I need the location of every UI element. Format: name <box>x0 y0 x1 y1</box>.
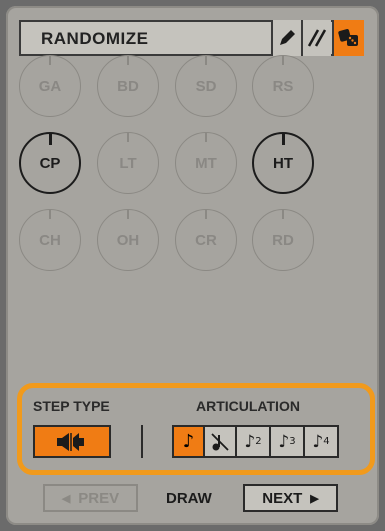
knob-indicator <box>48 133 52 145</box>
articulation-sub-2: 2 <box>255 436 262 447</box>
articulation-label: ARTICULATION <box>196 398 300 414</box>
prev-button[interactable]: ◀ PREV <box>43 484 138 512</box>
muted-note-icon <box>211 432 229 451</box>
knob-indicator <box>205 132 207 142</box>
step-type-toggle[interactable] <box>33 425 111 458</box>
knob-label: GA <box>38 77 62 95</box>
divider <box>141 425 143 458</box>
articulation-3-button[interactable]: ♪ 3 <box>269 425 305 458</box>
knob-label: RD <box>272 231 294 249</box>
knob-label: HT <box>273 154 293 172</box>
right-arrow-icon: ▶ <box>310 492 319 505</box>
knob-label: CR <box>195 231 217 249</box>
note-icon: ♪ <box>312 431 324 452</box>
dice-button[interactable] <box>332 20 364 56</box>
articulation-sub-3: 3 <box>289 436 296 447</box>
knob-ch[interactable]: CH <box>19 209 81 271</box>
panel-header: RANDOMIZE <box>19 20 364 56</box>
prev-label: PREV <box>78 489 120 507</box>
note-icon: ♪ <box>244 431 256 452</box>
articulation-4-button[interactable]: ♪ 4 <box>303 425 339 458</box>
knob-indicator <box>49 209 51 219</box>
knob-sd[interactable]: SD <box>175 55 237 117</box>
knob-oh[interactable]: OH <box>97 209 159 271</box>
knob-indicator <box>205 55 207 65</box>
knob-label: CP <box>39 154 61 172</box>
knob-indicator <box>205 209 207 219</box>
slash-button[interactable] <box>301 20 331 56</box>
knob-mt[interactable]: MT <box>175 132 237 194</box>
knob-rd[interactable]: RD <box>252 209 314 271</box>
knob-cr[interactable]: CR <box>175 209 237 271</box>
knob-ht[interactable]: HT <box>252 132 314 194</box>
left-arrow-icon: ◀ <box>61 492 71 505</box>
knob-label: SD <box>195 77 217 95</box>
knob-cp[interactable]: CP <box>19 132 81 194</box>
knob-label: BD <box>117 77 139 95</box>
knob-label: MT <box>195 154 217 172</box>
articulation-2-button[interactable]: ♪ 2 <box>235 425 271 458</box>
pencil-button[interactable] <box>271 20 301 56</box>
knob-indicator <box>282 55 284 65</box>
knob-indicator <box>127 209 129 219</box>
panel-title: RANDOMIZE <box>41 29 149 48</box>
knob-label: CH <box>39 231 61 249</box>
next-label: NEXT <box>262 489 303 507</box>
knob-indicator <box>49 55 51 65</box>
knob-indicator <box>281 133 285 145</box>
note-icon: ♪ <box>278 431 290 452</box>
knob-indicator <box>282 209 284 219</box>
slash-icon <box>307 29 327 47</box>
articulation-normal-button[interactable]: ♪ <box>172 425 205 458</box>
knob-label: OH <box>116 231 140 249</box>
speaker-icon <box>57 432 84 451</box>
knob-label: LT <box>119 154 137 172</box>
knob-indicator <box>127 132 129 142</box>
articulation-mute-button[interactable] <box>203 425 237 458</box>
knob-rs[interactable]: RS <box>252 55 314 117</box>
knob-bd[interactable]: BD <box>97 55 159 117</box>
pencil-icon <box>280 30 295 45</box>
draw-label: DRAW <box>166 490 212 507</box>
next-button[interactable]: NEXT ▶ <box>243 484 338 512</box>
note-icon: ♪ <box>182 431 195 452</box>
dice-icon <box>338 29 358 46</box>
step-type-label: STEP TYPE <box>33 398 110 414</box>
knob-indicator <box>127 55 129 65</box>
knob-ga[interactable]: GA <box>19 55 81 117</box>
knob-lt[interactable]: LT <box>97 132 159 194</box>
knob-label: RS <box>272 77 294 95</box>
articulation-sub-4: 4 <box>323 436 330 447</box>
